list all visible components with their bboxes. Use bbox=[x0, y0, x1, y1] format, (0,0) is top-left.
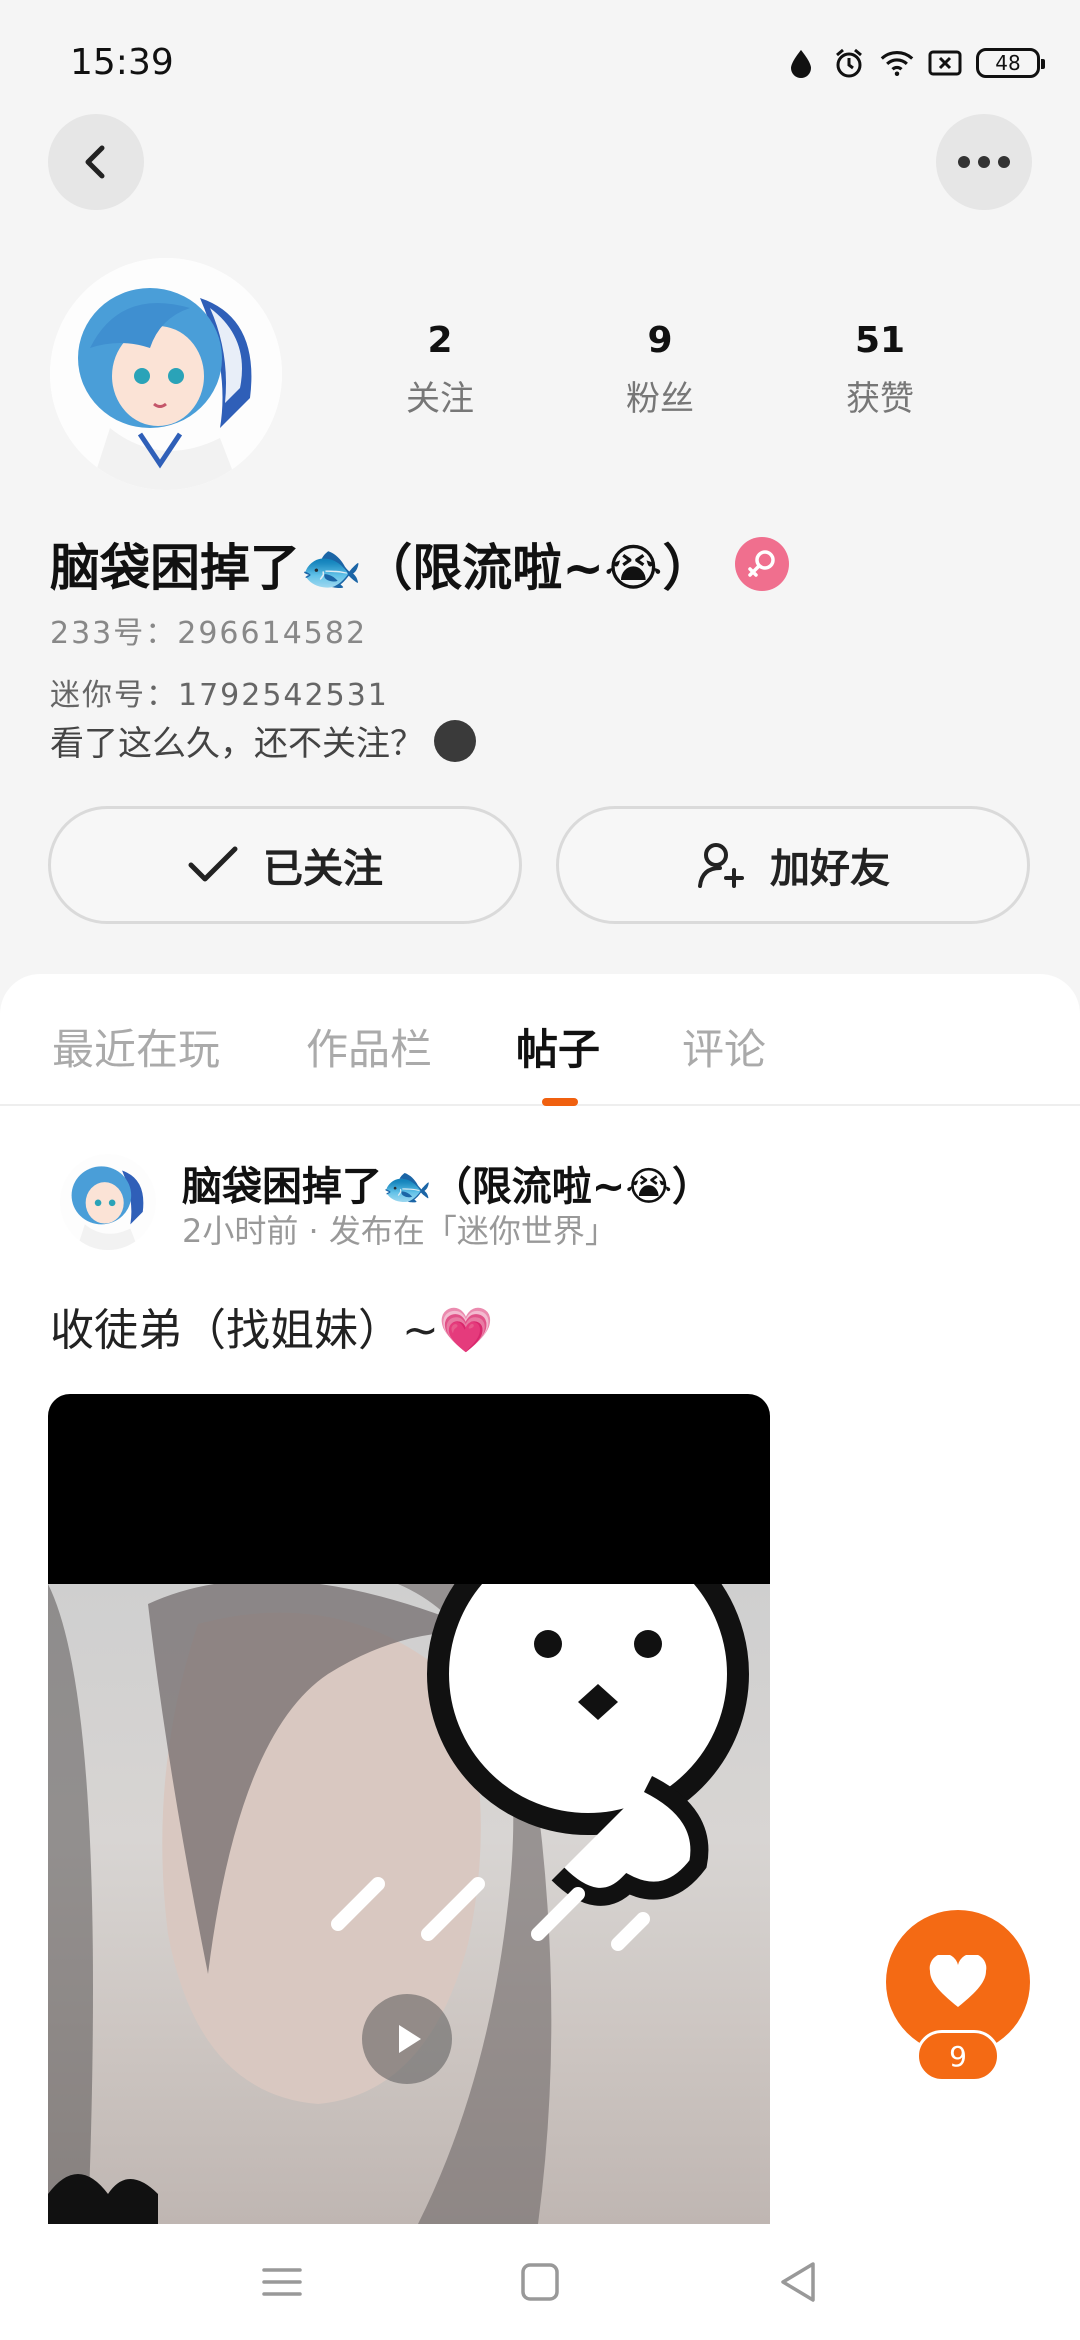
more-button[interactable] bbox=[936, 114, 1032, 210]
alarm-icon bbox=[832, 46, 866, 80]
play-icon bbox=[399, 2025, 421, 2053]
avatar-illustration-icon bbox=[50, 258, 282, 490]
smirk-face-emoji-icon bbox=[434, 719, 476, 762]
back-button[interactable] bbox=[48, 114, 144, 210]
stat-likes[interactable]: 51 获赞 bbox=[800, 320, 960, 420]
tab-posts[interactable]: 帖子 bbox=[516, 1016, 600, 1077]
stat-following-count: 2 bbox=[427, 320, 453, 361]
profile-stats: 2 关注 9 粉丝 51 获赞 bbox=[360, 320, 960, 420]
play-button[interactable] bbox=[362, 1994, 452, 2084]
followed-button-label: 已关注 bbox=[263, 846, 383, 892]
stat-likes-label: 获赞 bbox=[846, 379, 914, 419]
menu-nav-button[interactable] bbox=[254, 2254, 310, 2310]
status-time: 15:39 bbox=[70, 42, 174, 83]
add-friend-button[interactable]: 加好友 bbox=[556, 806, 1030, 924]
add-friend-button-label: 加好友 bbox=[770, 846, 890, 892]
post-meta: 2小时前 · 发布在「迷你世界」 bbox=[182, 1212, 617, 1250]
stat-likes-count: 51 bbox=[854, 320, 906, 361]
stat-fans[interactable]: 9 粉丝 bbox=[580, 320, 740, 420]
square-home-icon bbox=[521, 2263, 559, 2301]
post-author-name[interactable]: 脑袋困掉了🐟（限流啦~😭） bbox=[182, 1154, 712, 1212]
post-title[interactable]: 收徒弟（找姐妹）~💗 bbox=[50, 1294, 494, 1358]
tab-works[interactable]: 作品栏 bbox=[306, 1016, 432, 1077]
tab-active-indicator bbox=[542, 1098, 578, 1106]
back-nav-button[interactable] bbox=[770, 2254, 826, 2310]
stat-fans-label: 粉丝 bbox=[626, 379, 694, 419]
system-nav-bar bbox=[0, 2224, 1080, 2340]
check-icon bbox=[188, 846, 238, 882]
chevron-left-icon bbox=[85, 145, 105, 179]
username-row: 脑袋困掉了🐟（限流啦~😭） bbox=[50, 528, 789, 600]
profile-tabs: 最近在玩 作品栏 帖子 评论 bbox=[0, 974, 1080, 1106]
tab-comments[interactable]: 评论 bbox=[682, 1016, 766, 1077]
avatar-illustration-icon bbox=[60, 1154, 156, 1250]
profile-username: 脑袋困掉了🐟（限流啦~😭） bbox=[50, 539, 713, 597]
add-user-icon bbox=[698, 843, 744, 888]
female-gender-icon bbox=[734, 537, 789, 591]
followed-button[interactable]: 已关注 bbox=[48, 806, 522, 924]
stat-following[interactable]: 2 关注 bbox=[360, 320, 520, 420]
stat-following-label: 关注 bbox=[406, 379, 474, 419]
profile-bio: 看了这么久，还不关注？ bbox=[50, 716, 476, 765]
more-horizontal-icon bbox=[958, 156, 1010, 168]
post-video[interactable] bbox=[48, 1394, 770, 2224]
menu-icon bbox=[262, 2268, 302, 2296]
profile-233-id: 233号：296614582 bbox=[50, 616, 368, 651]
like-count-badge: 9 bbox=[916, 2030, 1000, 2082]
post-video-thumbnail bbox=[48, 1513, 770, 2224]
profile-mini-id: 迷你号：1792542531 bbox=[50, 678, 389, 713]
stat-fans-count: 9 bbox=[647, 320, 673, 361]
post-author-avatar[interactable] bbox=[60, 1154, 156, 1250]
triangle-back-icon bbox=[781, 2262, 815, 2302]
tab-recently-played[interactable]: 最近在玩 bbox=[52, 1016, 220, 1077]
status-icons: 48 bbox=[784, 46, 1045, 80]
video-thumbnail-illustration-icon bbox=[48, 1513, 749, 2224]
data-drop-icon bbox=[784, 46, 818, 80]
heart-icon bbox=[929, 1955, 987, 2007]
wifi-icon bbox=[880, 46, 914, 80]
profile-avatar[interactable] bbox=[50, 258, 282, 490]
no-sim-icon bbox=[928, 46, 962, 80]
status-bar: 15:39 48 bbox=[0, 0, 1080, 130]
profile-bio-text: 看了这么久，还不关注？ bbox=[50, 724, 424, 764]
home-nav-button[interactable] bbox=[512, 2254, 568, 2310]
battery-icon: 48 bbox=[976, 48, 1045, 78]
